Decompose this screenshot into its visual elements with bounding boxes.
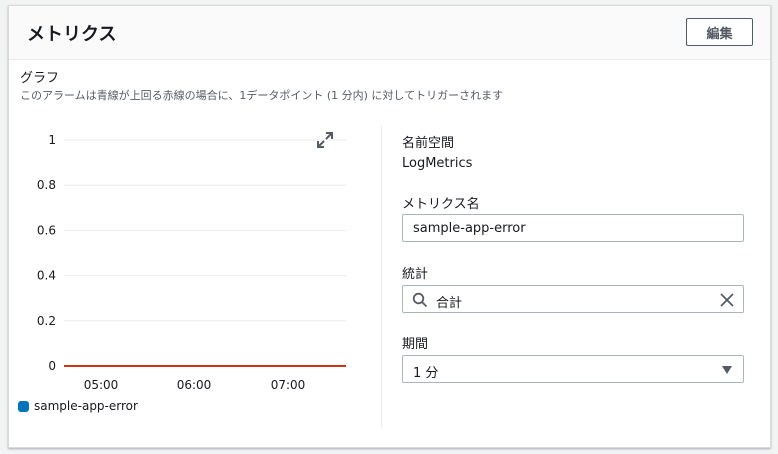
y-tick-label: 1	[48, 133, 56, 147]
x-tick-label: 05:00	[84, 378, 119, 392]
statistic-search-input[interactable]: 合計	[402, 285, 744, 313]
x-tick-label: 07:00	[271, 378, 306, 392]
close-icon[interactable]	[719, 292, 735, 308]
graph-description: このアラームは青線が上回る赤線の場合に、1データポイント (1 分内) に対して…	[20, 89, 504, 102]
legend-label: sample-app-error	[34, 399, 138, 413]
y-tick-label: 0.4	[37, 269, 56, 283]
period-label: 期間	[402, 337, 429, 352]
chart-legend: sample-app-error	[18, 399, 138, 413]
period-value: 1 分	[413, 366, 439, 381]
panel-title: メトリクス	[27, 24, 117, 45]
graph-label: グラフ	[20, 71, 60, 86]
metric-name-value: sample-app-error	[413, 220, 526, 236]
column-divider	[381, 126, 382, 428]
namespace-label: 名前空間	[402, 136, 455, 151]
search-icon	[412, 292, 428, 308]
edit-button[interactable]: 編集	[686, 18, 753, 46]
legend-swatch	[18, 400, 29, 412]
statistic-value: 合計	[436, 296, 463, 311]
caret-down-icon	[722, 366, 732, 374]
namespace-value: LogMetrics	[402, 156, 473, 171]
panel-header: メトリクス 編集	[9, 6, 770, 60]
x-tick-label: 06:00	[177, 378, 212, 392]
metric-name-label: メトリクス名	[402, 197, 480, 212]
chart-svg: 1 0.8 0.6 0.4 0.2 0 05:00 06:00 07:00	[37, 133, 346, 392]
period-select[interactable]: 1 分	[402, 355, 744, 383]
y-tick-label: 0	[48, 359, 56, 373]
y-tick-label: 0.2	[37, 314, 56, 328]
y-tick-label: 0.8	[37, 178, 56, 192]
metric-chart: 1 0.8 0.6 0.4 0.2 0 05:00 06:00 07:00	[18, 122, 348, 402]
y-tick-label: 0.6	[37, 223, 56, 237]
statistic-label: 統計	[402, 267, 429, 282]
metric-name-input[interactable]: sample-app-error	[402, 214, 744, 242]
expand-icon[interactable]	[316, 131, 334, 149]
